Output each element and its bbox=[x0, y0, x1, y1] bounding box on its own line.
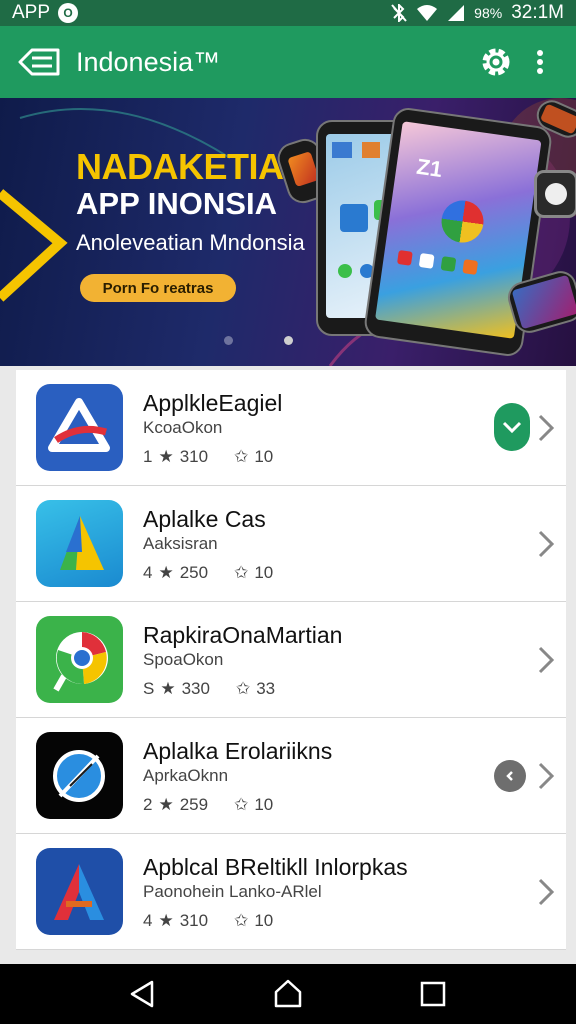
carousel-dot-active[interactable] bbox=[284, 336, 293, 345]
promo-banner[interactable]: Z1 NADAKETIA APP INONSIA Anoleveatian Mn… bbox=[0, 98, 576, 366]
chevron-right-icon[interactable] bbox=[534, 760, 558, 792]
app-meta: 1 ★ 310 ✩ 10 bbox=[143, 447, 273, 467]
more-vert-icon[interactable] bbox=[518, 40, 562, 84]
status-time: 32:1M bbox=[511, 2, 564, 23]
app-meta: 4 ★ 250 ✩ 10 bbox=[143, 563, 273, 583]
app-name: Aplalka Erolariikns bbox=[143, 738, 333, 764]
award-icon: ✩ bbox=[234, 563, 249, 582]
app-title: Indonesia™ bbox=[76, 46, 221, 77]
options-button[interactable] bbox=[494, 760, 526, 792]
back-menu-icon[interactable] bbox=[14, 42, 64, 82]
list-item[interactable]: ApplkleEagiel KcoaOkon 1 ★ 310 ✩ 10 bbox=[16, 370, 566, 486]
download-button[interactable] bbox=[494, 403, 530, 451]
award-icon: ✩ bbox=[235, 679, 251, 698]
app-downloads: 10 bbox=[254, 795, 274, 814]
app-name: ApplkleEagiel bbox=[143, 390, 283, 416]
banner-subheadline: APP INONSIA bbox=[76, 186, 277, 221]
app-rating: S bbox=[143, 679, 155, 698]
nav-back-icon[interactable] bbox=[123, 974, 163, 1014]
list-item[interactable]: RapkiraOnaMartian SpoaOkon S ★ 330 ✩ 33 bbox=[16, 602, 566, 718]
status-app-label: APP bbox=[12, 2, 51, 23]
app-name: Aplalke Cas bbox=[143, 506, 266, 532]
list-item[interactable]: Apblcal BReltikll Inlorpkas Paonohein La… bbox=[16, 834, 566, 950]
banner-headline: NADAKETIA bbox=[76, 146, 284, 187]
delta-app-icon bbox=[36, 384, 123, 471]
app-downloads: 10 bbox=[254, 447, 274, 466]
app-subtitle: SpoaOkon bbox=[143, 650, 224, 669]
list-item[interactable]: Aplalka Erolariikns AprkaOknn 2 ★ 259 ✩ … bbox=[16, 718, 566, 834]
chevron-right-icon[interactable] bbox=[534, 644, 558, 676]
app-reviews: 250 bbox=[179, 563, 209, 582]
app-rating: 1 bbox=[143, 447, 153, 466]
chrome-like-app-icon bbox=[36, 616, 123, 703]
signal-icon bbox=[447, 4, 465, 22]
app-rating: 2 bbox=[143, 795, 153, 814]
bluetooth-off-icon bbox=[391, 4, 407, 22]
app-downloads: 33 bbox=[256, 679, 276, 698]
banner-cta-button[interactable]: Porn Fo reatras bbox=[80, 274, 236, 302]
star-icon: ★ bbox=[158, 911, 174, 930]
chevron-right-icon[interactable] bbox=[534, 412, 558, 444]
star-icon: ★ bbox=[158, 563, 174, 582]
settings-icon[interactable] bbox=[474, 40, 518, 84]
app-reviews: 259 bbox=[179, 795, 209, 814]
app-meta: S ★ 330 ✩ 33 bbox=[143, 679, 275, 699]
app-subtitle: Paonohein Lanko-ARlel bbox=[143, 882, 322, 901]
app-reviews: 310 bbox=[179, 447, 209, 466]
app-subtitle: KcoaOkon bbox=[143, 418, 223, 437]
app-bar: Indonesia™ bbox=[0, 26, 576, 98]
carousel-dot[interactable] bbox=[224, 336, 233, 345]
app-rating: 4 bbox=[143, 563, 153, 582]
app-downloads: 10 bbox=[254, 911, 274, 930]
system-nav-bar bbox=[0, 964, 576, 1024]
app-name: RapkiraOnaMartian bbox=[143, 622, 343, 648]
app-meta: 2 ★ 259 ✩ 10 bbox=[143, 795, 273, 815]
chevron-right-icon[interactable] bbox=[534, 528, 558, 560]
app-subtitle: AprkaOknn bbox=[143, 766, 229, 785]
triangle-app-icon bbox=[36, 500, 123, 587]
status-bar: APP O 98% 32:1M bbox=[0, 0, 576, 26]
app-rating: 4 bbox=[143, 911, 153, 930]
award-icon: ✩ bbox=[234, 911, 249, 930]
award-icon: ✩ bbox=[234, 447, 249, 466]
app-meta: 4 ★ 310 ✩ 10 bbox=[143, 911, 273, 931]
app-list: ApplkleEagiel KcoaOkon 1 ★ 310 ✩ 10 Apla… bbox=[16, 370, 566, 950]
app-subtitle: Aaksisran bbox=[143, 534, 218, 553]
nav-recents-icon[interactable] bbox=[413, 974, 453, 1014]
watch-illustration bbox=[534, 170, 576, 218]
letter-a-app-icon bbox=[36, 848, 123, 935]
status-badge: O bbox=[58, 3, 79, 23]
battery-percent: 98% bbox=[474, 5, 503, 21]
compass-app-icon bbox=[36, 732, 123, 819]
star-icon: ★ bbox=[158, 447, 174, 466]
list-item[interactable]: Aplalke Cas Aaksisran 4 ★ 250 ✩ 10 bbox=[16, 486, 566, 602]
app-name: Apblcal BReltikll Inlorpkas bbox=[143, 854, 408, 880]
nav-home-icon[interactable] bbox=[268, 974, 308, 1014]
wifi-icon bbox=[416, 4, 438, 22]
award-icon: ✩ bbox=[234, 795, 249, 814]
app-reviews: 310 bbox=[179, 911, 209, 930]
star-icon: ★ bbox=[158, 795, 174, 814]
banner-tagline: Anoleveatian Mndonsia bbox=[76, 230, 305, 255]
chevron-right-icon[interactable] bbox=[534, 876, 558, 908]
app-reviews: 330 bbox=[181, 679, 210, 698]
star-icon: ★ bbox=[160, 679, 176, 698]
app-downloads: 10 bbox=[254, 563, 274, 582]
